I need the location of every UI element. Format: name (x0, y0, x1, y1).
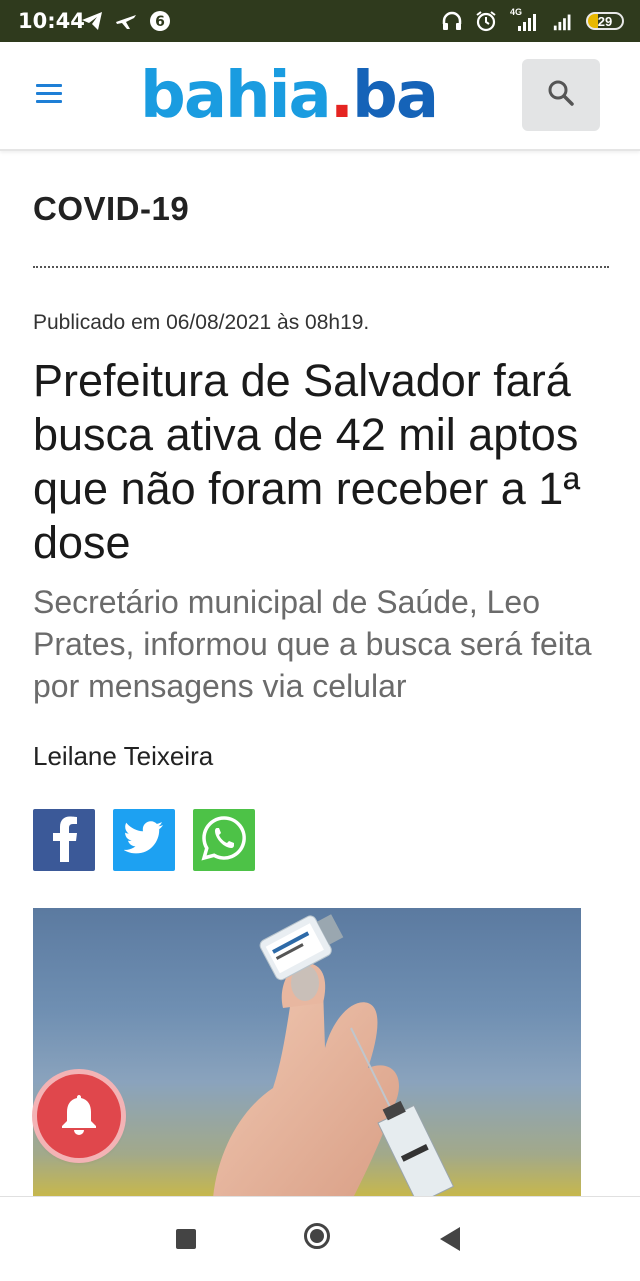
whatsapp-share-button[interactable] (193, 809, 255, 871)
share-buttons (33, 809, 255, 871)
article-subtitle: Secretário municipal de Saúde, Leo Prate… (33, 584, 592, 704)
facebook-icon (49, 814, 79, 867)
bell-icon (59, 1093, 99, 1140)
facebook-share-button[interactable] (33, 809, 95, 871)
status-bar: 10:44 6 4G 29 (0, 0, 640, 42)
article-author: Leilane Teixeira (33, 741, 214, 771)
menu-icon[interactable] (36, 84, 62, 106)
twitter-icon (123, 820, 164, 860)
published-date: Publicado em 06/08/2021 às 08h19. (33, 311, 370, 334)
alarm-icon (474, 9, 498, 33)
notification-bell-button[interactable] (37, 1074, 121, 1158)
recent-apps-icon[interactable] (176, 1229, 196, 1249)
notification-icon: 6 (148, 9, 172, 33)
battery-icon: 29 (586, 12, 624, 30)
telegram-icon (80, 9, 104, 33)
article-headline: Prefeitura de Salvador fará busca ativa … (33, 355, 580, 568)
status-right-icons: 4G 29 (440, 7, 624, 34)
status-left-icons: 6 (80, 8, 172, 34)
vaccine-photo (213, 914, 455, 1198)
section-title[interactable]: COVID-19 (33, 190, 189, 228)
home-icon[interactable] (304, 1223, 330, 1249)
navigation-bar (0, 1196, 640, 1281)
signal-icon-2 (552, 9, 576, 33)
site-logo[interactable]: bahia.ba (140, 58, 439, 134)
search-icon (547, 79, 575, 112)
back-icon[interactable] (440, 1227, 460, 1251)
divider (33, 266, 609, 268)
svg-text:6: 6 (155, 14, 165, 30)
site-header: bahia.ba (0, 42, 640, 151)
headphones-icon (440, 9, 464, 33)
twitter-share-button[interactable] (113, 809, 175, 871)
search-button[interactable] (522, 59, 600, 131)
airplane-icon (114, 9, 138, 33)
article-image (33, 908, 581, 1198)
whatsapp-icon (200, 814, 248, 867)
signal-icon: 4G (508, 7, 542, 33)
status-time: 10:44 (18, 9, 85, 33)
